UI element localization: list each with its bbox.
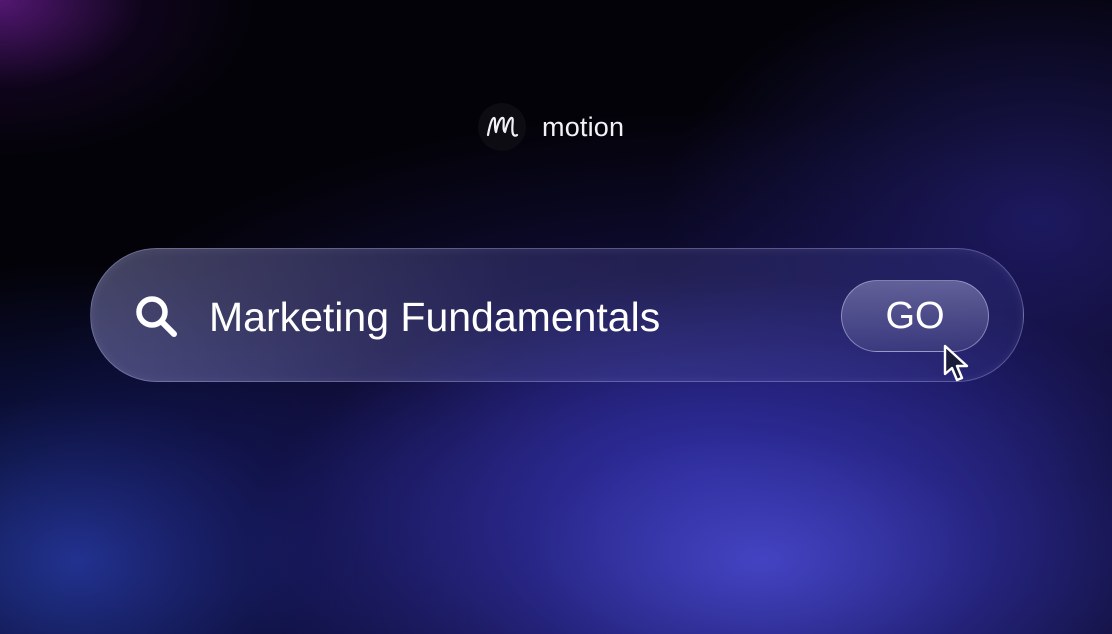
arrow-cursor-icon bbox=[943, 344, 969, 382]
go-button[interactable]: GO bbox=[841, 280, 989, 352]
brand-header: motion bbox=[478, 103, 624, 151]
brand-name: motion bbox=[542, 111, 625, 142]
search-bar[interactable]: Marketing Fundamentals GO bbox=[90, 248, 1024, 382]
search-icon bbox=[136, 296, 177, 337]
hero-canvas: motion Marketing Fundamentals GO bbox=[0, 0, 1112, 634]
motion-m-logo-icon bbox=[478, 103, 526, 151]
search-input[interactable]: Marketing Fundamentals bbox=[209, 289, 660, 345]
